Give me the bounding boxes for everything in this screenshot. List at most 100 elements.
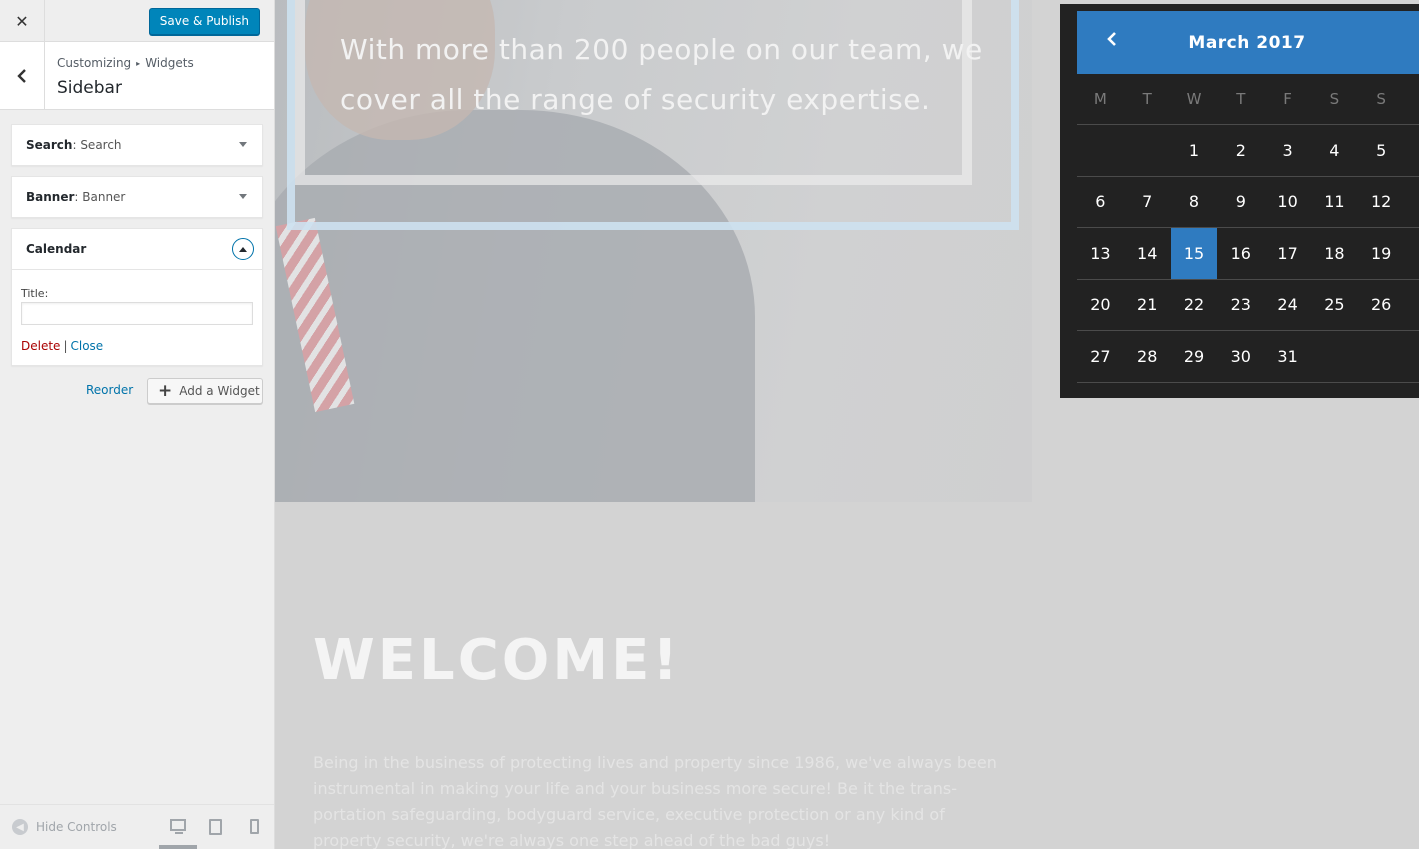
site-preview: With more than 200 people on our team, w… (275, 0, 1419, 849)
weekday-label: S (1376, 90, 1386, 108)
calendar-day: 19 (1371, 243, 1392, 263)
calendar-day: 10 (1277, 192, 1298, 212)
calendar-empty-cell (1358, 331, 1405, 382)
calendar-day: 31 (1277, 346, 1298, 366)
breadcrumb-current: Widgets (145, 56, 194, 70)
calendar-day: 7 (1142, 192, 1153, 212)
calendar-day: 25 (1324, 295, 1345, 315)
widget-calendar-toggle[interactable]: Calendar (12, 229, 262, 269)
hide-controls-button[interactable]: ◀ Hide Controls (12, 819, 117, 835)
calendar-day: 6 (1095, 192, 1106, 212)
weekday-label: F (1283, 90, 1292, 108)
calendar-day: 8 (1188, 192, 1200, 212)
intro-paragraph: Being in the business of protecting live… (313, 753, 997, 849)
calendar-week-row: 20 21 22 23 24 25 26 (1077, 280, 1419, 331)
save-publish-button[interactable]: Save & Publish (148, 8, 260, 35)
calendar-day: 11 (1324, 192, 1345, 212)
back-button[interactable] (0, 42, 45, 109)
customizer-header: ✕ Save & Publish (0, 0, 274, 42)
calendar-day: 29 (1183, 346, 1205, 366)
hide-controls-label: Hide Controls (36, 820, 117, 834)
arrow-left-icon: ◀ (12, 819, 28, 835)
calendar-day: 12 (1371, 192, 1392, 212)
calendar-empty-cell (1311, 331, 1358, 382)
weekday-label: M (1093, 90, 1107, 108)
calendar-day: 9 (1235, 192, 1246, 212)
calendar-grid: M T W T F S S 1 2 3 4 5 6 7 8 9 10 11 12 13 14 15 16 17 1… (1077, 74, 1419, 383)
welcome-heading: WELCOME! (313, 628, 681, 693)
widget-banner-toggle[interactable]: Banner: Banner (12, 177, 262, 217)
calendar-widget: March 2017 M T W T F S S 1 2 3 4 5 6 7 8 9 10 11 12… (1060, 4, 1419, 398)
calendar-day: 15 (1170, 228, 1218, 279)
calendar-day: 23 (1230, 295, 1251, 315)
calendar-week-row: 1 2 3 4 5 (1077, 125, 1419, 177)
add-widget-button[interactable]: + Add a Widget (147, 378, 263, 404)
calendar-day: 4 (1329, 140, 1340, 160)
calendar-day: 24 (1277, 295, 1298, 315)
calendar-day: 28 (1137, 346, 1158, 366)
calendar-header: March 2017 (1077, 11, 1419, 74)
calendar-day: 5 (1376, 140, 1387, 160)
calendar-day: 21 (1137, 295, 1158, 315)
calendar-day: 16 (1230, 243, 1251, 263)
title-label: Title: (21, 287, 49, 300)
desktop-icon[interactable] (170, 819, 186, 834)
calendar-week-row: 27 28 29 30 31 (1077, 331, 1419, 383)
customizer-panel: ✕ Save & Publish Customizing ▸ Widgets Sid… (0, 0, 275, 849)
widget-actions: Delete | Close (21, 339, 253, 353)
widget-type: Banner (26, 190, 75, 204)
chevron-left-icon (17, 68, 26, 83)
calendar-day: 26 (1371, 295, 1392, 315)
close-icon: ✕ (15, 11, 29, 31)
chevron-down-icon (239, 194, 247, 199)
calendar-day: 14 (1137, 243, 1158, 263)
mobile-icon[interactable] (250, 819, 259, 834)
close-customizer-button[interactable]: ✕ (0, 0, 45, 42)
weekday-label: W (1186, 90, 1202, 108)
reorder-link[interactable]: Reorder (86, 383, 133, 397)
active-device-indicator (159, 845, 197, 849)
calendar-empty-cell (1124, 125, 1171, 176)
widget-type: Calendar (26, 242, 87, 256)
widget-name: : Banner (74, 190, 126, 204)
close-link[interactable]: Close (70, 339, 103, 353)
calendar-day: 22 (1183, 295, 1205, 315)
calendar-month: March 2017 (1188, 33, 1306, 53)
chevron-down-icon (239, 142, 247, 147)
calendar-day: 18 (1324, 243, 1345, 263)
breadcrumb-separator: ▸ (136, 59, 141, 68)
widget-type: Search (26, 138, 73, 152)
calendar-weekday-row: M T W T F S S (1077, 74, 1419, 125)
breadcrumb-root: Customizing (57, 56, 132, 70)
tablet-icon[interactable] (209, 819, 222, 835)
calendar-day: 3 (1282, 140, 1293, 160)
breadcrumb: Customizing ▸ Widgets (57, 56, 194, 70)
section-title-bar: Customizing ▸ Widgets Sidebar (0, 42, 274, 110)
calendar-day: 1 (1188, 140, 1200, 160)
calendar-week-row: 13 14 15 16 17 18 19 (1077, 228, 1419, 280)
separator: | (63, 339, 68, 353)
calendar-day: 20 (1090, 295, 1111, 315)
customizer-footer: ◀ Hide Controls (0, 804, 274, 849)
collapse-icon[interactable] (232, 238, 254, 260)
widget-search: Search: Search (11, 124, 263, 166)
calendar-day: 13 (1090, 243, 1111, 263)
hero-text: With more than 200 people on our team, w… (340, 33, 983, 116)
calendar-day: 2 (1235, 140, 1246, 160)
calendar-empty-cell (1077, 125, 1124, 176)
delete-link[interactable]: Delete (21, 339, 60, 353)
title-input[interactable] (21, 302, 253, 325)
calendar-day: 27 (1090, 346, 1111, 366)
weekday-label: T (1142, 90, 1152, 108)
widget-calendar-form: Title: Delete | Close (12, 269, 262, 365)
hero-section: With more than 200 people on our team, w… (275, 0, 1032, 502)
calendar-week-row: 6 7 8 9 10 11 12 (1077, 177, 1419, 228)
widget-banner: Banner: Banner (11, 176, 263, 218)
plus-icon: + (158, 380, 173, 401)
widget-calendar: Calendar Title: Delete | Close (11, 228, 263, 366)
widget-search-toggle[interactable]: Search: Search (12, 125, 262, 165)
add-widget-label: Add a Widget (179, 384, 260, 398)
section-title: Sidebar (57, 78, 122, 98)
weekday-label: T (1236, 90, 1246, 108)
calendar-day: 30 (1230, 346, 1251, 366)
